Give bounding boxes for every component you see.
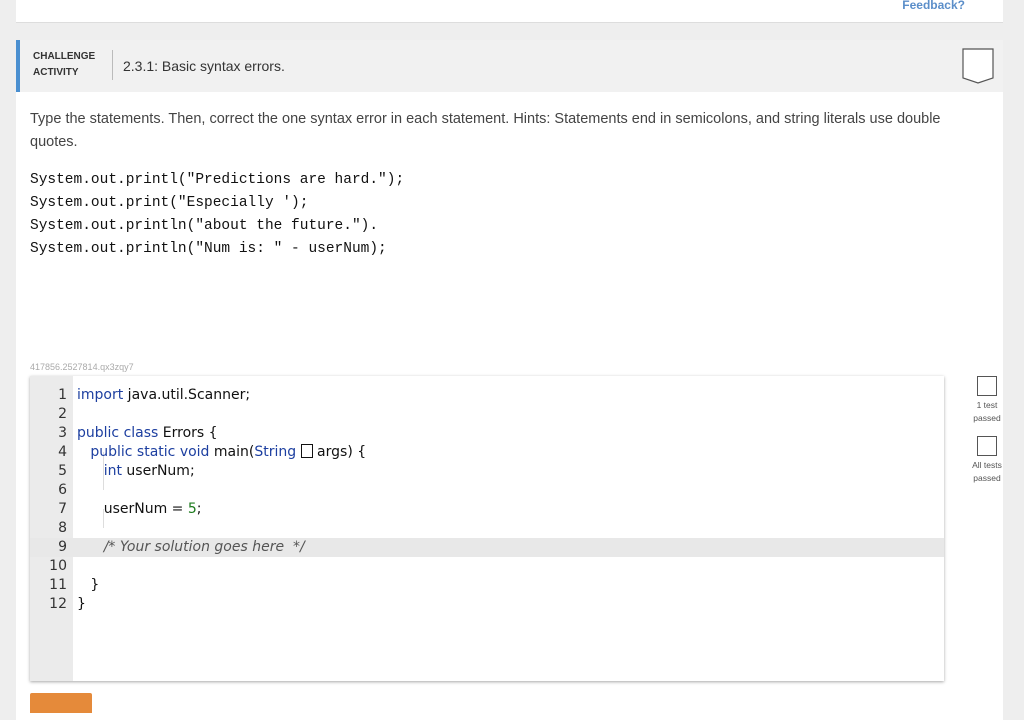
- instructions-text: Type the statements. Then, correct the o…: [30, 111, 941, 150]
- test-status-box-icon: [977, 376, 997, 396]
- keyword: public: [77, 425, 120, 441]
- line-number: 8: [58, 520, 67, 536]
- line-number: 5: [58, 463, 67, 479]
- line-number: 3: [58, 425, 67, 441]
- test-status-2: All tests passed: [972, 436, 1002, 485]
- code-editor[interactable]: 1 import java.util.Scanner; 2 3 public c…: [30, 376, 944, 681]
- number-literal: 5: [187, 501, 197, 517]
- code-sample-line: System.out.printl("Predictions are hard.…: [30, 172, 405, 188]
- code-line[interactable]: 4 public static void main(String args) {: [30, 443, 944, 462]
- code-line[interactable]: 11 }: [30, 576, 944, 595]
- line-number: 4: [58, 444, 67, 460]
- code-text: }: [77, 596, 86, 612]
- code-line[interactable]: 6: [30, 481, 944, 500]
- code-line[interactable]: 5 int userNum;: [30, 462, 944, 481]
- code-sample: System.out.printl("Predictions are hard.…: [30, 169, 404, 261]
- completion-badge-icon: [962, 48, 994, 84]
- line-number: 9: [58, 539, 67, 555]
- code-line[interactable]: 2: [30, 405, 944, 424]
- code-line[interactable]: 3 public class Errors {: [30, 424, 944, 443]
- line-number: 1: [58, 387, 67, 403]
- keyword: class: [123, 425, 159, 441]
- line-number: 7: [58, 501, 67, 517]
- test-status-1: 1 test passed: [972, 376, 1002, 425]
- code-text: args) {: [312, 444, 367, 460]
- line-number: 11: [49, 577, 67, 593]
- code-text: }: [90, 577, 100, 593]
- code-text: ;: [196, 501, 202, 517]
- challenge-activity-card: CHALLENGE ACTIVITY 2.3.1: Basic syntax e…: [16, 40, 1003, 720]
- code-text: main(: [209, 444, 255, 460]
- line-number: 12: [49, 596, 67, 612]
- keyword: import: [77, 387, 124, 403]
- type-keyword: String: [254, 444, 297, 460]
- code-line-editable[interactable]: 9 /* Your solution goes here */: [30, 538, 944, 557]
- activity-title: 2.3.1: Basic syntax errors.: [123, 58, 285, 74]
- challenge-id: 417856.2527814.qx3zqy7: [30, 362, 134, 372]
- code-line[interactable]: 12 }: [30, 595, 944, 614]
- test-status-label: All tests passed: [972, 460, 1002, 483]
- line-number: 6: [58, 482, 67, 498]
- array-brackets-glyph: [300, 444, 313, 458]
- code-line[interactable]: 8: [30, 519, 944, 538]
- solution-placeholder-comment[interactable]: /* Your solution goes here */: [104, 539, 305, 555]
- keyword: public static void: [90, 444, 210, 460]
- code-sample-line: System.out.println("Num is: " - userNum)…: [30, 241, 387, 257]
- code-sample-line: System.out.print("Especially ');: [30, 195, 309, 211]
- code-text: userNum;: [121, 463, 195, 479]
- activity-type-label: CHALLENGE ACTIVITY: [33, 51, 96, 78]
- code-line[interactable]: 10: [30, 557, 944, 576]
- test-status-box-icon: [977, 436, 997, 456]
- code-text: userNum =: [103, 501, 188, 517]
- line-number: 10: [49, 558, 67, 574]
- feedback-link[interactable]: Feedback?: [902, 0, 965, 12]
- code-line[interactable]: 7 userNum = 5;: [30, 500, 944, 519]
- header-divider: [112, 50, 113, 80]
- run-button[interactable]: [30, 693, 92, 713]
- test-status-label: 1 test passed: [973, 400, 1001, 423]
- previous-section-card: Feedback?: [16, 0, 1003, 23]
- keyword: int: [103, 463, 122, 479]
- code-text: Errors {: [158, 425, 218, 441]
- line-number: 2: [58, 406, 67, 422]
- code-line[interactable]: 1 import java.util.Scanner;: [30, 386, 944, 405]
- code-text: java.util.Scanner;: [123, 387, 251, 403]
- activity-header: CHALLENGE ACTIVITY 2.3.1: Basic syntax e…: [16, 40, 1003, 92]
- code-sample-line: System.out.println("about the future.").: [30, 218, 379, 234]
